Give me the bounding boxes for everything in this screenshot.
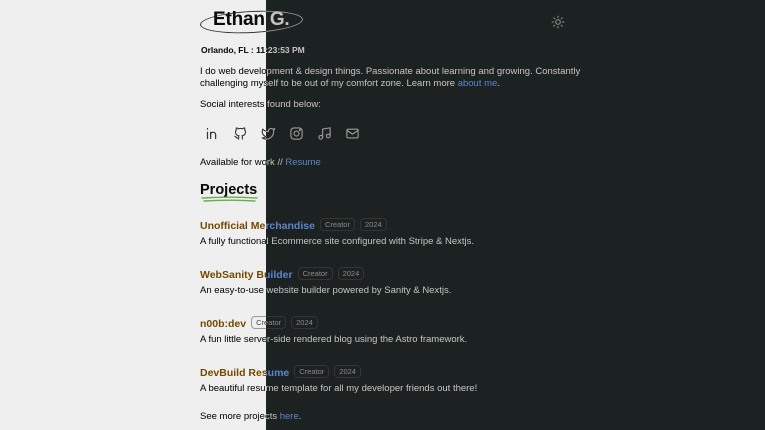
github-icon[interactable]: [233, 126, 248, 141]
music-icon[interactable]: [317, 126, 332, 141]
project-item: Unofficial Merchandise Creator 2024: [200, 216, 387, 234]
project-description: A beautiful resume template for all my d…: [200, 383, 478, 394]
bio-line-2: challenging myself to be out of my comfo…: [200, 78, 458, 89]
project-title-link[interactable]: Unofficial Merchandise: [200, 220, 315, 232]
project-item: WebSanity Builder Creator 2024: [200, 265, 365, 283]
role-badge: Creator: [319, 218, 355, 232]
see-more-text: See more projects: [200, 411, 280, 422]
location-time: Orlando, FL : 11:23:53 PM: [201, 45, 305, 55]
year-badge: 2024: [334, 365, 361, 379]
instagram-icon[interactable]: [289, 126, 304, 141]
role-badge: Creator: [297, 267, 333, 281]
bio-suffix: .: [497, 78, 500, 89]
see-more-link[interactable]: here: [280, 411, 299, 422]
project-item: DevBuild Resume Creator 2024: [200, 363, 361, 381]
sun-icon[interactable]: [551, 15, 565, 29]
year-badge: 2024: [337, 267, 365, 281]
social-label: Social interests found below:: [200, 99, 321, 110]
about-me-link[interactable]: about me: [458, 78, 498, 89]
project-title-link[interactable]: WebSanity Builder: [200, 269, 293, 281]
twitter-icon[interactable]: [261, 126, 276, 141]
project-description: A fun little server-side rendered blog u…: [200, 334, 468, 345]
year-badge: 2024: [359, 218, 387, 232]
resume-link[interactable]: Resume: [285, 157, 320, 168]
page-content: Ethan G. Orlando, FL : 11:23:53 PM I do …: [0, 0, 765, 430]
project-title-link[interactable]: DevBuild Resume: [200, 367, 289, 379]
project-title-link[interactable]: n00b:dev: [200, 318, 246, 330]
linkedin-icon[interactable]: [205, 126, 220, 141]
project-description: An easy-to-use website builder powered b…: [200, 285, 452, 296]
mail-icon[interactable]: [345, 126, 360, 141]
availability-text: Available for work //: [200, 157, 286, 168]
see-more-projects: See more projects here.: [200, 411, 301, 422]
site-title[interactable]: Ethan G.: [213, 9, 290, 31]
project-item: n00b:dev Creator 2024: [200, 314, 318, 332]
role-badge: Creator: [294, 365, 330, 379]
availability-line: Available for work // Resume: [200, 157, 321, 168]
role-badge: Creator: [251, 316, 287, 330]
projects-underline-scribble: [201, 196, 258, 202]
project-description: A fully functional Ecommerce site config…: [200, 236, 475, 247]
year-badge: 2024: [291, 316, 318, 330]
bio-paragraph: I do web development & design things. Pa…: [200, 66, 580, 90]
bio-line-1: I do web development & design things. Pa…: [200, 66, 581, 77]
social-icons: [205, 126, 360, 141]
see-more-suffix: .: [298, 411, 302, 422]
